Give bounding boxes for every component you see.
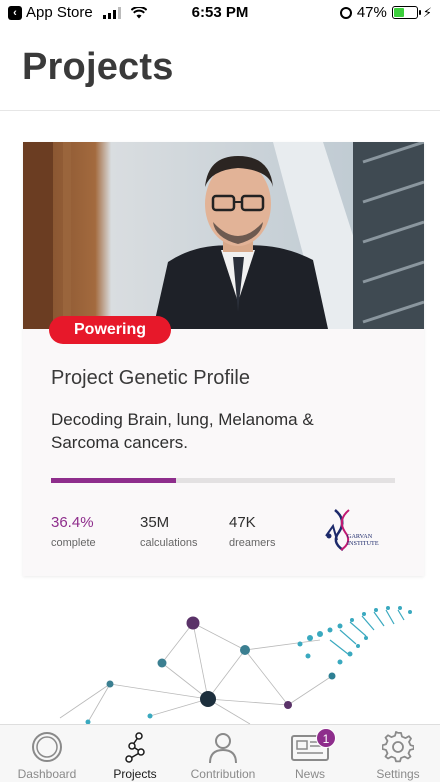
stat-dreamers-label: dreamers: [229, 537, 276, 549]
tab-projects-label: Projects: [113, 767, 157, 781]
tab-dashboard-label: Dashboard: [17, 767, 77, 781]
tab-contribution-label: Contribution: [190, 767, 256, 781]
tab-news-label: News: [294, 767, 325, 781]
tab-settings-label: Settings: [376, 767, 420, 781]
stat-complete-value: 36.4%: [51, 514, 94, 531]
stat-calculations-value: 35M: [140, 514, 170, 531]
svg-text:GARVAN: GARVAN: [347, 533, 373, 540]
project-card[interactable]: Powering Project Genetic Profile Decodin…: [23, 142, 424, 576]
battery-icon: [391, 6, 421, 19]
person-icon: [209, 733, 237, 763]
stat-complete-label: complete: [51, 537, 96, 549]
alarm-icon: [339, 6, 352, 19]
stat-calculations-label: calculations: [140, 537, 198, 549]
page-title: Projects: [22, 46, 174, 88]
powering-badge: Powering: [49, 316, 172, 344]
status-bar: ‹ App Store 6:53 PM 47% ⚡: [0, 0, 440, 26]
svg-text:INSTITUTE: INSTITUTE: [347, 540, 379, 547]
stat-dreamers: 47K dreamers: [229, 514, 275, 549]
charging-icon: ⚡: [422, 4, 432, 20]
circle-dashboard-icon: [32, 732, 62, 762]
project-progress-bar: [51, 478, 395, 483]
header-divider: [0, 110, 440, 111]
stat-dreamers-value: 47K: [229, 514, 256, 531]
battery-percent: 47%: [356, 4, 387, 21]
tab-contribution[interactable]: Contribution: [179, 725, 267, 782]
project-description: Decoding Brain, lung, Melanoma & Sarcoma…: [51, 410, 314, 452]
tab-dashboard[interactable]: Dashboard: [3, 725, 91, 782]
stat-calculations: 35M calculations: [140, 514, 197, 549]
network-nodes-icon: [125, 732, 145, 763]
project-title: Project Genetic Profile: [51, 367, 250, 389]
status-bar-right: 47% ⚡: [339, 4, 432, 21]
news-unread-badge: 1: [316, 728, 336, 748]
tab-news[interactable]: 1 News: [266, 725, 354, 782]
stat-complete: 36.4% complete: [51, 514, 96, 549]
gear-icon: [382, 731, 414, 763]
project-hero-photo: [23, 142, 424, 329]
tab-bar: Dashboard Projects Contribution 1 News S…: [0, 724, 440, 782]
tab-projects[interactable]: Projects: [91, 725, 179, 782]
network-illustration: [59, 606, 412, 725]
progress-fill: [51, 478, 177, 483]
tab-settings[interactable]: Settings: [354, 725, 440, 782]
garvan-institute-logo: GARVAN INSTITUTE: [325, 509, 379, 552]
